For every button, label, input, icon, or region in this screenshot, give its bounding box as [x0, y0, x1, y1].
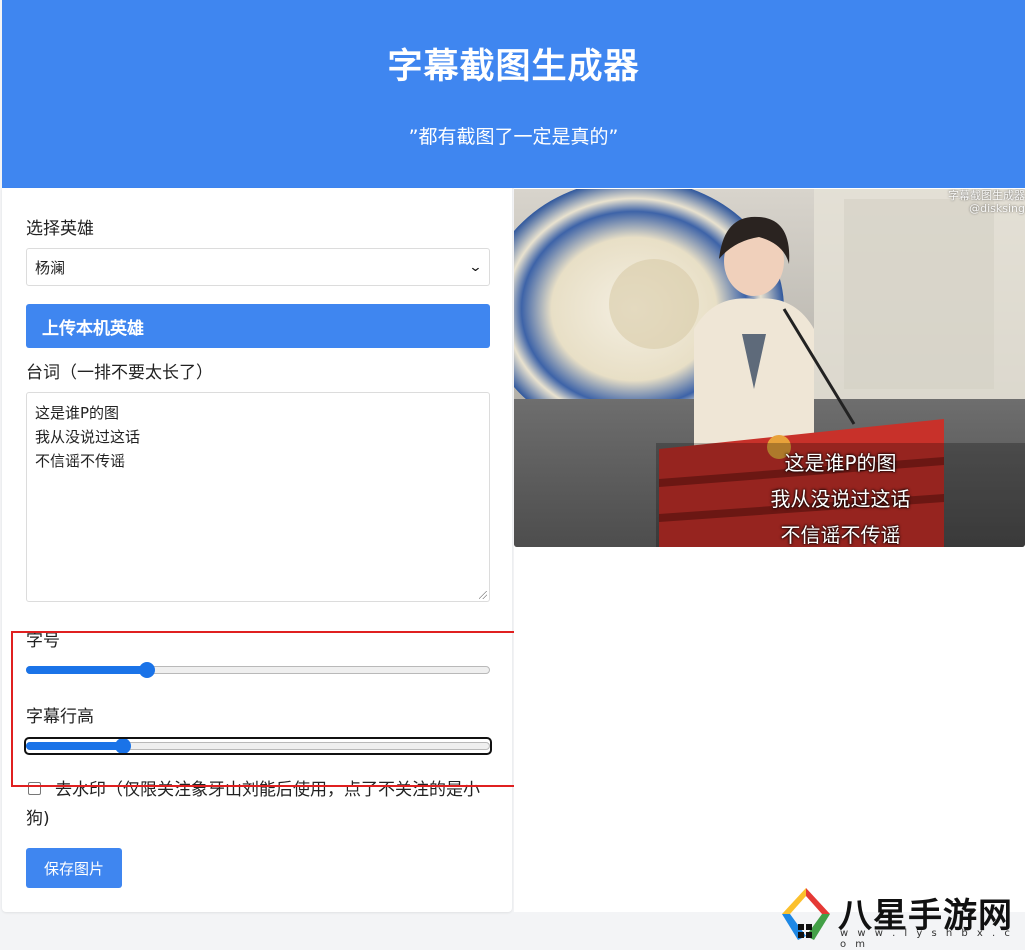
hero-select-label: 选择英雄 [26, 219, 94, 239]
line-height-label: 字幕行高 [26, 707, 94, 727]
resize-grip-icon[interactable] [479, 591, 487, 599]
slider-fill [26, 666, 147, 674]
page-title: 字幕截图生成器 [387, 47, 640, 87]
chevron-down-icon: ⌄ [468, 259, 483, 275]
hero-select[interactable]: 杨澜 ⌄ [26, 248, 490, 286]
hero-select-value: 杨澜 [35, 258, 66, 277]
site-watermark-logo: 八星手游网 w w w . l y s h b x . c o m [778, 884, 1022, 950]
preview-corner-watermark: 字幕截图生成器 @disksing [948, 189, 1025, 215]
lines-label: 台词（一排不要太长了） [26, 363, 213, 383]
preview-image: 字幕截图生成器 @disksing 这是谁P的图 我从没说过这话 不信谣不传谣 [514, 189, 1025, 547]
line-height-slider[interactable] [24, 737, 492, 755]
textarea-line: 我从没说过这话 [35, 428, 141, 446]
site-logo-icon [782, 888, 830, 940]
corner-watermark-handle: @disksing [969, 202, 1025, 215]
app-header: 字幕截图生成器 ”都有截图了一定是真的” [2, 0, 1025, 188]
font-size-slider[interactable] [26, 661, 490, 679]
font-size-label: 字号 [26, 631, 60, 651]
settings-panel: 选择英雄 杨澜 ⌄ 上传本机英雄 台词（一排不要太长了） 这是谁P的图 我从没说… [2, 188, 512, 912]
lines-textarea[interactable]: 这是谁P的图 我从没说过这话 不信谣不传谣 [26, 392, 490, 602]
preview-panel: 字幕截图生成器 @disksing 这是谁P的图 我从没说过这话 不信谣不传谣 [514, 188, 1025, 912]
remove-watermark-checkbox[interactable] [28, 782, 41, 795]
preview-subtitle-line: 这是谁P的图 [656, 443, 1025, 479]
focus-outline [24, 737, 492, 755]
remove-watermark-option[interactable]: 去水印（仅限关注象牙山刘能后使用，点了不关注的是小狗) [26, 776, 496, 834]
textarea-line: 这是谁P的图 [35, 404, 120, 422]
corner-watermark-title: 字幕截图生成器 [948, 189, 1025, 202]
remove-watermark-label: 去水印（仅限关注象牙山刘能后使用，点了不关注的是小狗) [26, 780, 480, 829]
upload-hero-button[interactable]: 上传本机英雄 [26, 304, 490, 348]
page-subtitle: ”都有截图了一定是真的” [408, 126, 619, 148]
preview-subtitle-line: 我从没说过这话 [656, 479, 1025, 515]
site-domain: w w w . l y s h b x . c o m [840, 928, 1013, 950]
preview-subtitle-line: 不信谣不传谣 [656, 515, 1025, 547]
textarea-line: 不信谣不传谣 [35, 452, 126, 470]
slider-thumb[interactable] [138, 662, 155, 678]
save-image-button[interactable]: 保存图片 [26, 848, 122, 888]
